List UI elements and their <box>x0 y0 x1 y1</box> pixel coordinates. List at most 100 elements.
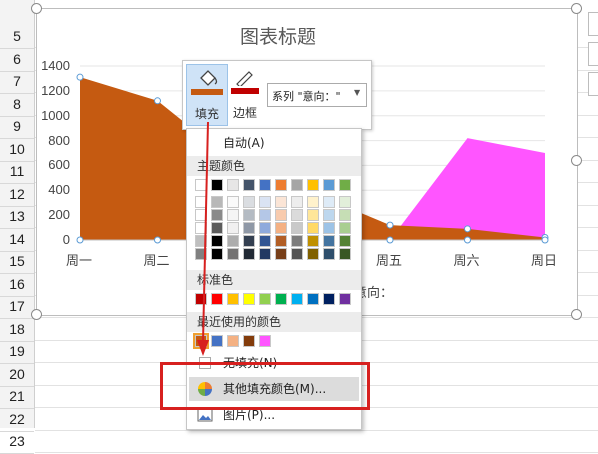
theme-color-swatch[interactable] <box>243 222 255 234</box>
series-select[interactable]: 系列 "意向：" ▼ <box>267 83 367 107</box>
theme-color-swatch[interactable] <box>227 196 239 208</box>
theme-color-swatch[interactable] <box>323 209 335 221</box>
baseline-point-marker[interactable] <box>386 236 394 244</box>
theme-color-swatch[interactable] <box>291 179 303 191</box>
theme-color-swatch[interactable] <box>275 179 287 191</box>
standard-color-swatch[interactable] <box>227 293 239 305</box>
standard-color-swatch[interactable] <box>307 293 319 305</box>
series-point-marker[interactable] <box>154 97 161 105</box>
theme-color-swatch[interactable] <box>323 248 335 260</box>
row-header[interactable]: 23 <box>0 429 34 454</box>
series-point-marker[interactable] <box>386 221 394 229</box>
border-color-bar <box>231 88 259 94</box>
fill-button[interactable]: 填充 <box>186 64 228 126</box>
theme-color-swatch[interactable] <box>195 179 207 191</box>
theme-color-swatch[interactable] <box>323 222 335 234</box>
theme-color-swatch[interactable] <box>243 196 255 208</box>
theme-color-swatch[interactable] <box>291 248 303 260</box>
theme-color-swatch[interactable] <box>307 248 319 260</box>
series-point-marker[interactable] <box>76 73 84 81</box>
recent-color-row <box>187 333 361 351</box>
standard-color-swatch[interactable] <box>323 293 335 305</box>
paint-bucket-icon <box>200 70 218 86</box>
theme-color-swatch[interactable] <box>307 222 319 234</box>
theme-color-swatch[interactable] <box>259 196 271 208</box>
theme-color-swatch[interactable] <box>275 196 287 208</box>
menu-item-auto[interactable]: 自动(A) <box>189 131 357 155</box>
picture-icon <box>197 408 213 422</box>
theme-color-swatch[interactable] <box>323 196 335 208</box>
theme-color-swatch[interactable] <box>243 179 255 191</box>
recent-color-swatch[interactable] <box>259 335 271 347</box>
theme-color-swatch[interactable] <box>195 196 207 208</box>
standard-color-swatch[interactable] <box>275 293 287 305</box>
theme-color-swatch[interactable] <box>339 179 351 191</box>
theme-color-swatch[interactable] <box>275 235 287 247</box>
theme-color-swatch[interactable] <box>307 209 319 221</box>
theme-color-swatch[interactable] <box>211 222 223 234</box>
baseline-point-marker[interactable] <box>76 236 84 244</box>
standard-color-swatch[interactable] <box>291 293 303 305</box>
theme-color-swatch[interactable] <box>227 248 239 260</box>
standard-color-swatch[interactable] <box>339 293 351 305</box>
theme-color-swatch[interactable] <box>291 196 303 208</box>
theme-color-swatch[interactable] <box>339 196 351 208</box>
section-standard-colors: 标准色 <box>187 270 361 290</box>
theme-color-swatch[interactable] <box>227 209 239 221</box>
theme-color-swatch[interactable] <box>211 196 223 208</box>
theme-color-swatch[interactable] <box>307 179 319 191</box>
theme-color-swatch[interactable] <box>211 209 223 221</box>
theme-color-swatch[interactable] <box>275 209 287 221</box>
theme-color-swatch[interactable] <box>259 235 271 247</box>
theme-color-swatch[interactable] <box>227 235 239 247</box>
section-recent-colors: 最近使用的颜色 <box>187 312 361 332</box>
standard-color-swatch[interactable] <box>259 293 271 305</box>
recent-color-swatch[interactable] <box>243 335 255 347</box>
highlight-box <box>160 362 370 410</box>
fill-color-bar <box>191 89 223 95</box>
theme-color-grid <box>187 179 361 263</box>
theme-color-swatch[interactable] <box>339 248 351 260</box>
recent-color-swatch[interactable] <box>193 333 209 349</box>
recent-color-swatch[interactable] <box>227 335 239 347</box>
theme-color-swatch[interactable] <box>259 179 271 191</box>
theme-color-swatch[interactable] <box>275 222 287 234</box>
theme-color-swatch[interactable] <box>307 196 319 208</box>
theme-color-swatch[interactable] <box>211 179 223 191</box>
row-gridline <box>35 452 598 453</box>
standard-color-swatch[interactable] <box>211 293 223 305</box>
baseline-point-marker[interactable] <box>464 236 471 244</box>
theme-color-swatch[interactable] <box>211 235 223 247</box>
theme-color-swatch[interactable] <box>259 209 271 221</box>
theme-color-swatch[interactable] <box>339 209 351 221</box>
theme-color-swatch[interactable] <box>307 235 319 247</box>
theme-color-swatch[interactable] <box>195 209 207 221</box>
theme-color-swatch[interactable] <box>339 222 351 234</box>
theme-color-swatch[interactable] <box>227 179 239 191</box>
theme-color-swatch[interactable] <box>243 209 255 221</box>
theme-color-swatch[interactable] <box>323 235 335 247</box>
baseline-point-marker[interactable] <box>541 236 549 244</box>
theme-color-swatch[interactable] <box>291 235 303 247</box>
theme-color-swatch[interactable] <box>227 222 239 234</box>
baseline-point-marker[interactable] <box>154 236 161 244</box>
border-button[interactable]: 边框 <box>229 64 265 124</box>
theme-color-swatch[interactable] <box>195 222 207 234</box>
theme-color-swatch[interactable] <box>243 235 255 247</box>
theme-color-swatch[interactable] <box>259 248 271 260</box>
theme-color-swatch[interactable] <box>323 179 335 191</box>
theme-color-swatch[interactable] <box>195 235 207 247</box>
series-point-marker[interactable] <box>464 225 471 233</box>
theme-color-swatch[interactable] <box>275 248 287 260</box>
theme-color-swatch[interactable] <box>243 248 255 260</box>
theme-color-swatch[interactable] <box>211 248 223 260</box>
theme-color-swatch[interactable] <box>291 222 303 234</box>
pen-icon <box>236 71 253 86</box>
standard-color-swatch[interactable] <box>195 293 207 305</box>
recent-color-swatch[interactable] <box>211 335 223 347</box>
standard-color-swatch[interactable] <box>243 293 255 305</box>
theme-color-swatch[interactable] <box>259 222 271 234</box>
theme-color-swatch[interactable] <box>291 209 303 221</box>
theme-color-swatch[interactable] <box>195 248 207 260</box>
theme-color-swatch[interactable] <box>339 235 351 247</box>
